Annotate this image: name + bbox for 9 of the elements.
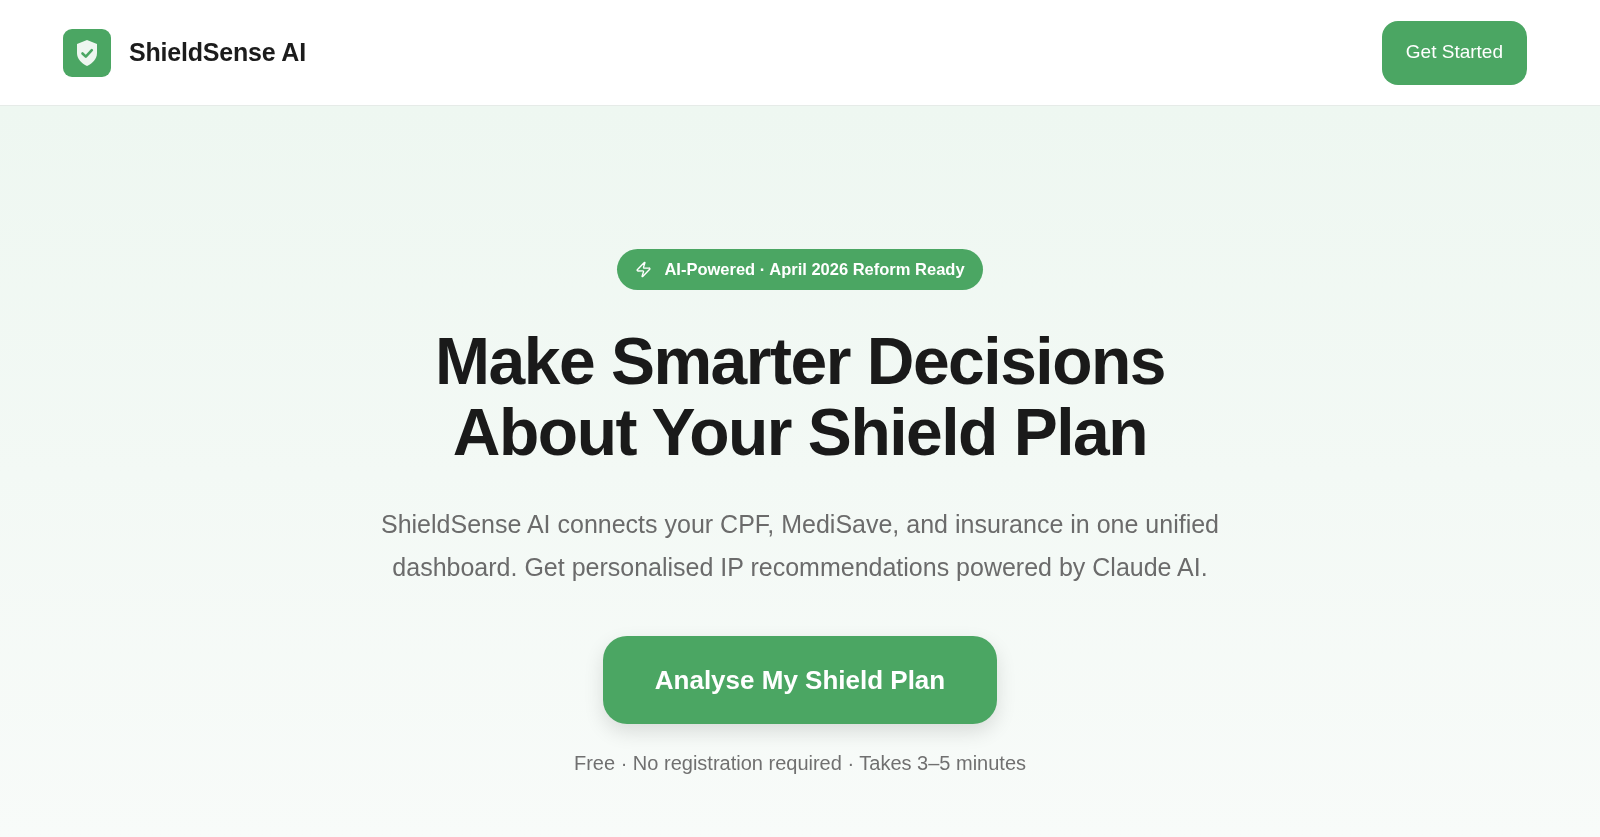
hero-description: ShieldSense AI connects your CPF, MediSave, and insurance in one unified dashboard. Get personalised IP recommendations powered by Claude AI. <box>380 509 1220 583</box>
hero-note: Free · No registration required · Takes 3–5 minutes <box>573 751 1027 776</box>
lightning-icon <box>635 261 653 278</box>
shield-check-logo-icon <box>63 28 111 77</box>
brand-name: ShieldSense AI <box>129 36 306 68</box>
badge-text: AI-Powered · April 2026 Reform Ready <box>664 259 965 281</box>
get-started-button[interactable]: Get Started <box>1381 20 1527 85</box>
hero-heading: Make Smarter Decisions About Your Shield Plan <box>434 326 1166 468</box>
analyse-plan-button[interactable]: Analyse My Shield Plan <box>603 636 997 724</box>
